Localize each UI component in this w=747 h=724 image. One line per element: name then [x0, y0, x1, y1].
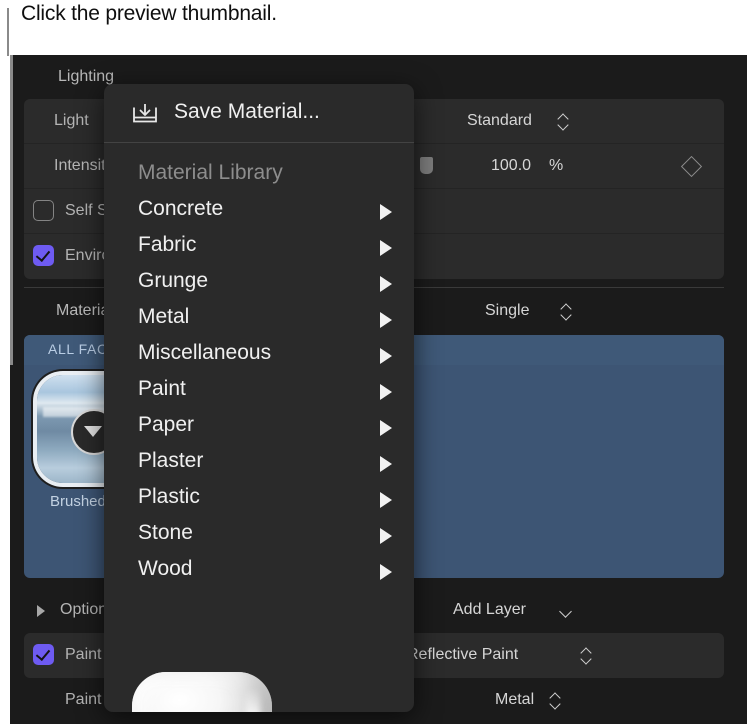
submenu-arrow-icon [380, 384, 392, 400]
menu-item-fabric[interactable]: Fabric [104, 229, 414, 265]
menu-item-save-material-label: Save Material... [174, 100, 320, 124]
menu-item-plaster-label: Plaster [138, 449, 203, 473]
row-intensity-unit: % [549, 157, 563, 175]
menu-item-stone[interactable]: Stone [104, 517, 414, 553]
add-layer-button[interactable]: Add Layer [453, 601, 526, 619]
menu-item-concrete[interactable]: Concrete [104, 193, 414, 229]
submenu-arrow-icon [380, 312, 392, 328]
submenu-arrow-icon [380, 204, 392, 220]
submenu-arrow-icon [380, 420, 392, 436]
submenu-arrow-icon [380, 348, 392, 364]
menu-item-wood[interactable]: Wood [104, 553, 414, 589]
menu-item-plastic[interactable]: Plastic [104, 481, 414, 517]
menu-item-concrete-label: Concrete [138, 197, 223, 221]
menu-item-miscellaneous[interactable]: Miscellaneous [104, 337, 414, 373]
menu-item-metal[interactable]: Metal [104, 301, 414, 337]
paint-popup-stepper-icon[interactable] [581, 648, 592, 664]
menu-item-paint-label: Paint [138, 377, 186, 401]
menu-item-paper-label: Paper [138, 413, 194, 437]
intensity-keyframe-icon[interactable] [681, 156, 702, 177]
row-light-value: Standard [467, 112, 532, 130]
submenu-arrow-icon [380, 564, 392, 580]
menu-item-stone-label: Stone [138, 521, 193, 545]
menu-item-fabric-label: Fabric [138, 233, 196, 257]
menu-item-metal-label: Metal [138, 305, 189, 329]
intensity-slider-thumb-icon[interactable] [420, 157, 433, 174]
caption-area: Click the preview thumbnail. [0, 0, 747, 55]
environment-checkbox[interactable] [33, 245, 54, 266]
submenu-arrow-icon [380, 456, 392, 472]
menu-item-plastic-label: Plastic [138, 485, 200, 509]
paint-checkbox[interactable] [33, 644, 54, 665]
material-mode-value: Single [485, 302, 529, 320]
menu-section-label: Material Library [138, 161, 283, 185]
row-paint-label: Paint [65, 646, 101, 664]
material-mode-stepper-icon[interactable] [561, 304, 572, 320]
submenu-arrow-icon [380, 528, 392, 544]
menu-item-miscellaneous-label: Miscellaneous [138, 341, 271, 365]
save-tray-icon [132, 103, 158, 127]
menu-item-grunge[interactable]: Grunge [104, 265, 414, 301]
self-shadows-checkbox[interactable] [33, 200, 54, 221]
menu-item-plaster[interactable]: Plaster [104, 445, 414, 481]
submenu-arrow-icon [380, 492, 392, 508]
menu-item-grunge-label: Grunge [138, 269, 208, 293]
paint-type-stepper-icon[interactable] [550, 693, 561, 709]
menu-section-material-library: Material Library [104, 157, 414, 193]
callout-line-upper [7, 8, 9, 56]
row-light-label: Light [54, 112, 89, 130]
row-paint-type-value: Metal [495, 691, 534, 709]
basic-material-preview-thumbnail[interactable] [132, 672, 272, 712]
menu-item-wood-label: Wood [138, 557, 192, 581]
screenshot-root: Click the preview thumbnail. Lighting Li… [0, 0, 747, 724]
instruction-caption: Click the preview thumbnail. [21, 2, 277, 26]
chevron-down-icon[interactable] [560, 607, 571, 618]
submenu-arrow-icon [380, 276, 392, 292]
submenu-arrow-icon [380, 240, 392, 256]
menu-item-paint[interactable]: Paint [104, 373, 414, 409]
material-context-menu[interactable]: Save Material... Material Library Concre… [104, 84, 414, 712]
menu-separator [104, 142, 414, 143]
menu-item-paper[interactable]: Paper [104, 409, 414, 445]
menu-item-save-material[interactable]: Save Material... [104, 96, 414, 132]
lighting-group-title: Lighting [58, 68, 114, 86]
row-intensity-value[interactable]: 100.0 [491, 157, 531, 175]
chevron-right-icon[interactable] [37, 605, 45, 617]
row-paint-value: Reflective Paint [407, 646, 518, 664]
light-popup-stepper-icon[interactable] [558, 114, 569, 130]
